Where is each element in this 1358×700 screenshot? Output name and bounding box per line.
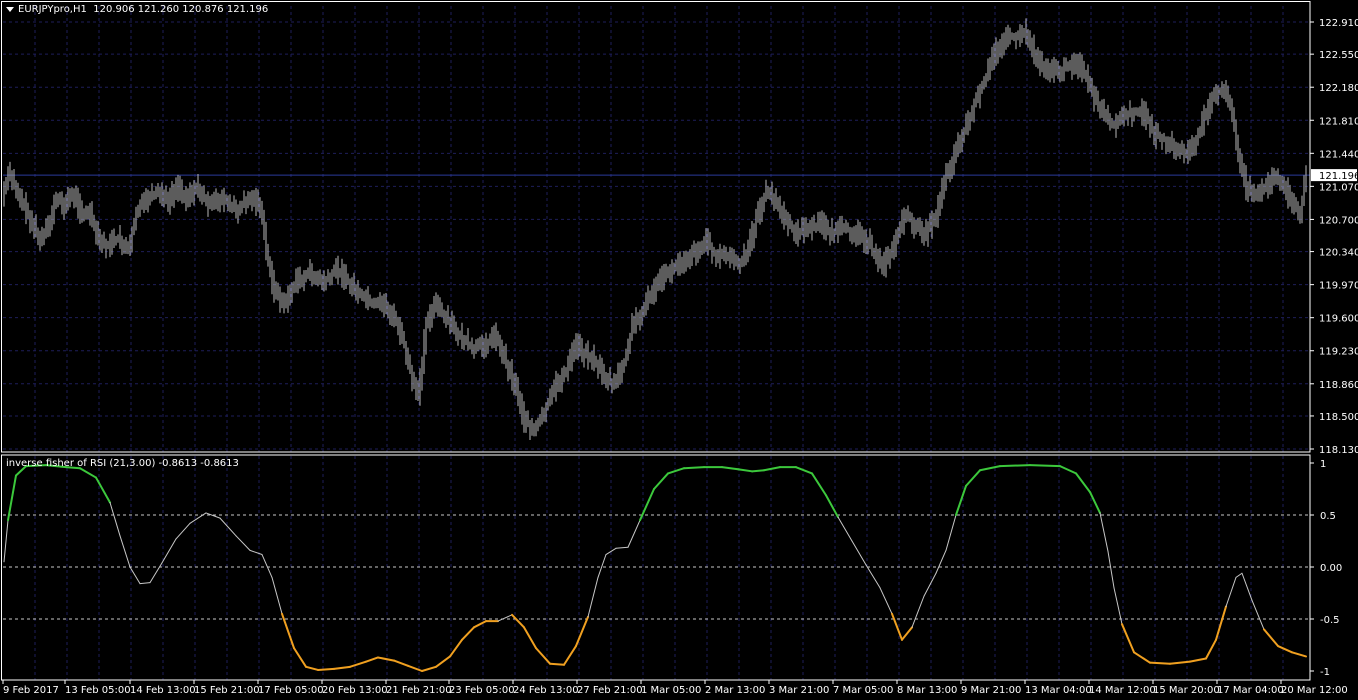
price-axis-label: 121.810 (1319, 116, 1358, 127)
dropdown-triangle-icon[interactable] (6, 6, 14, 12)
indicator-segment[interactable] (1149, 661, 1171, 665)
chart-background (0, 0, 1358, 700)
time-axis-label: 9 Feb 2017 (3, 685, 59, 696)
chart-title: EURJPYpro,H1 120.906 121.260 120.876 121… (6, 4, 268, 15)
price-axis-label: 118.130 (1319, 445, 1358, 456)
indicator-title: inverse fisher of RSI (21,3.00) -0.8613 … (6, 458, 239, 469)
ohlc-values: 120.906 121.260 120.876 121.196 (93, 4, 269, 15)
time-axis-label: 8 Mar 13:00 (897, 685, 957, 696)
indicator-axis-label: -1 (1320, 667, 1330, 678)
indicator-axis-label: 0.5 (1320, 511, 1336, 522)
price-axis-label: 121.070 (1319, 182, 1358, 193)
price-axis-label: 118.500 (1319, 412, 1358, 423)
indicator-axis-label: 1 (1320, 459, 1326, 470)
indicator-axis-label: 0.00 (1320, 563, 1342, 574)
time-axis-label: 17 Feb 05:00 (258, 685, 324, 696)
indicator-axis-label: -0.5 (1320, 615, 1340, 626)
time-axis-label: 2 Mar 13:00 (705, 685, 765, 696)
time-axis-label: 3 Mar 21:00 (769, 685, 829, 696)
price-axis-label: 122.180 (1319, 83, 1358, 94)
time-axis-label: 17 Mar 04:00 (1217, 685, 1284, 696)
time-axis-label: 7 Mar 05:00 (833, 685, 893, 696)
price-chart-canvas[interactable]: 122.910 122.550 122.180 121.810 121.440 121.0… (0, 0, 1358, 700)
price-axis-label: 121.440 (1319, 149, 1358, 160)
indicator-segment[interactable] (1029, 464, 1061, 468)
price-axis-label: 120.340 (1319, 248, 1358, 259)
price-axis-label: 120.700 (1319, 215, 1358, 226)
price-axis-label: 119.970 (1319, 281, 1358, 292)
time-axis-label: 1 Mar 05:00 (641, 685, 701, 696)
time-axis-label: 20 Mar 12:00 (1281, 685, 1348, 696)
indicator-segment[interactable] (751, 469, 765, 473)
time-axis-label: 13 Feb 05:00 (65, 685, 131, 696)
indicator-segment[interactable] (317, 667, 335, 671)
time-axis-label: 23 Feb 05:00 (449, 685, 515, 696)
price-axis-label: 122.910 (1319, 18, 1358, 29)
time-axis-label: 27 Feb 21:00 (577, 685, 643, 696)
time-axis-label: 13 Mar 04:00 (1025, 685, 1092, 696)
current-price-label: 121.196 (1319, 171, 1358, 182)
indicator-segment[interactable] (683, 466, 705, 470)
price-axis-label: 118.860 (1319, 380, 1358, 391)
indicator-segment[interactable] (549, 662, 565, 666)
time-axis-label: 14 Feb 13:00 (130, 685, 196, 696)
time-axis-label: 20 Feb 13:00 (322, 685, 388, 696)
indicator-segment[interactable] (999, 464, 1031, 468)
time-axis-label: 15 Mar 20:00 (1153, 685, 1220, 696)
time-axis-label: 21 Feb 21:00 (386, 685, 452, 696)
price-axis-label: 122.550 (1319, 50, 1358, 61)
time-axis-label: 15 Feb 21:00 (194, 685, 260, 696)
time-axis-label: 24 Feb 13:00 (513, 685, 579, 696)
time-axis-label: 9 Mar 21:00 (961, 685, 1021, 696)
symbol-label: EURJPYpro,H1 (18, 4, 87, 15)
price-axis-label: 119.600 (1319, 314, 1358, 325)
price-axis-label: 119.230 (1319, 347, 1358, 358)
time-axis-label: 14 Mar 12:00 (1089, 685, 1156, 696)
